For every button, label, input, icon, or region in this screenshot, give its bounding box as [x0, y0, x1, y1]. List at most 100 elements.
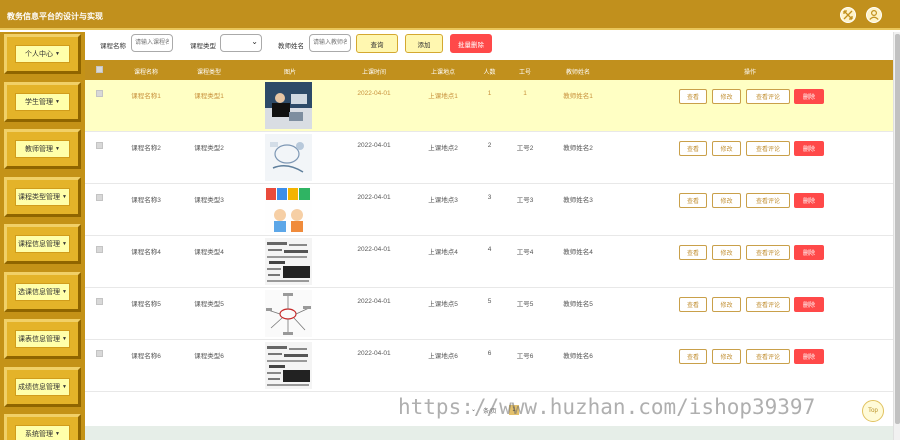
column-header[interactable]: 工号: [513, 67, 537, 76]
sidebar-item-label: 学生管理: [25, 99, 54, 106]
edit-button[interactable]: 修改: [712, 141, 741, 156]
sidebar-item-grades[interactable]: 成绩信息管理 ▼: [4, 367, 81, 407]
view-button[interactable]: 查看: [679, 245, 707, 260]
delete-button[interactable]: 删除: [794, 89, 824, 104]
place-cell: 上课地点3: [428, 197, 458, 204]
course-type-select[interactable]: [220, 34, 262, 52]
sidebar-item-students[interactable]: 学生管理 ▼: [4, 82, 81, 122]
edit-button[interactable]: 修改: [712, 349, 741, 364]
select-all-checkbox[interactable]: [96, 66, 103, 73]
sidebar-item-teachers[interactable]: 教师管理 ▼: [4, 129, 81, 169]
scrollbar-thumb[interactable]: [895, 34, 900, 424]
chevron-down-icon: ▼: [62, 384, 67, 390]
course-name-cell: 课程名称3: [131, 197, 161, 204]
delete-button[interactable]: 删除: [794, 297, 824, 312]
search-toolbar: 课程名称 课程类型 教师姓名 查询 添加 批量删除: [85, 32, 893, 60]
course-type-cell: 课程类型4: [194, 249, 224, 256]
column-header[interactable]: 上课地点: [420, 67, 466, 76]
view-button[interactable]: 查看: [679, 89, 707, 104]
delete-button[interactable]: 删除: [794, 141, 824, 156]
row-checkbox[interactable]: [96, 194, 103, 201]
table-row[interactable]: 课程名称4 课程类型4 2022-04-01 上课地点4 4 工号4 教师姓名4…: [85, 236, 893, 288]
view-button[interactable]: 查看: [679, 297, 707, 312]
course-type-cell: 课程类型3: [194, 197, 224, 204]
table-header: 课程名称 课程类型 图片 上课时间 上课地点 人数 工号 教师姓名 操作: [85, 60, 893, 80]
user-icon[interactable]: [866, 7, 882, 23]
time-cell: 2022-04-01: [357, 350, 391, 357]
course-type-cell: 课程类型5: [194, 301, 224, 308]
row-checkbox[interactable]: [96, 298, 103, 305]
view-comments-button[interactable]: 查看评论: [746, 245, 790, 260]
sidebar-item-label: 教师管理: [25, 146, 54, 153]
column-header[interactable]: 上课时间: [351, 67, 397, 76]
pager-footer-bar: [85, 426, 893, 440]
view-comments-button[interactable]: 查看评论: [746, 297, 790, 312]
batch-delete-button[interactable]: 批量删除: [450, 34, 492, 53]
delete-button[interactable]: 删除: [794, 349, 824, 364]
scrollbar[interactable]: [893, 32, 900, 440]
row-checkbox[interactable]: [96, 142, 103, 149]
edit-button[interactable]: 修改: [712, 89, 741, 104]
sidebar-item-label: 成绩信息管理: [18, 384, 61, 391]
teacher-name-cell: 教师姓名2: [563, 145, 593, 152]
edit-button[interactable]: 修改: [712, 297, 741, 312]
course-name-label: 课程名称: [100, 43, 126, 50]
app-title: 教务信息平台的设计与实现: [7, 12, 103, 21]
sidebar-item-system[interactable]: 系统管理 ▼: [4, 414, 81, 440]
column-header[interactable]: 课程类型: [188, 67, 230, 76]
table-row[interactable]: 课程名称3 课程类型3 2022-04-01 上课地点3 3 工号3 教师姓名3…: [85, 184, 893, 236]
delete-button[interactable]: 删除: [794, 245, 824, 260]
view-comments-button[interactable]: 查看评论: [746, 141, 790, 156]
column-header: 图片: [283, 70, 296, 76]
chevron-down-icon: ▼: [55, 51, 60, 57]
column-header[interactable]: 课程名称: [125, 67, 167, 76]
chevron-down-icon: ▼: [62, 336, 67, 342]
teacher-name-input[interactable]: [309, 34, 351, 52]
view-button[interactable]: 查看: [679, 349, 707, 364]
place-cell: 上课地点2: [428, 145, 458, 152]
view-button[interactable]: 查看: [679, 193, 707, 208]
table-row[interactable]: 课程名称6 课程类型6 2022-04-01 上课地点6 6 工号6 教师姓名6…: [85, 340, 893, 392]
column-header[interactable]: 教师姓名: [557, 67, 599, 76]
course-type-label: 课程类型: [190, 43, 216, 50]
job-no-cell: 工号2: [516, 145, 534, 152]
sidebar-item-label: 课程类型管理: [18, 194, 61, 201]
view-comments-button[interactable]: 查看评论: [746, 349, 790, 364]
view-comments-button[interactable]: 查看评论: [746, 89, 790, 104]
course-name-cell: 课程名称1: [131, 93, 161, 100]
course-name-cell: 课程名称6: [131, 353, 161, 360]
course-image: [265, 186, 312, 233]
sidebar-item-course-types[interactable]: 课程类型管理 ▼: [4, 177, 81, 217]
sidebar-item-label: 个人中心: [25, 51, 54, 58]
table-row[interactable]: 课程名称2 课程类型2 2022-04-01 上课地点2 2 工号2 教师姓名2…: [85, 132, 893, 184]
sidebar-item-course-info[interactable]: 课程信息管理 ▼: [4, 224, 81, 264]
sidebar-item-label: 课表信息管理: [18, 336, 61, 343]
back-to-top-button[interactable]: Top: [862, 400, 884, 422]
chevron-down-icon: ▼: [62, 194, 67, 200]
view-button[interactable]: 查看: [679, 141, 707, 156]
row-checkbox[interactable]: [96, 90, 103, 97]
row-checkbox[interactable]: [96, 350, 103, 357]
place-cell: 上课地点1: [428, 93, 458, 100]
add-button[interactable]: 添加: [405, 34, 443, 53]
teacher-name-cell: 教师姓名4: [563, 249, 593, 256]
count-cell: 4: [487, 246, 492, 253]
teacher-name-label: 教师姓名: [278, 43, 304, 50]
sidebar-item-timetable[interactable]: 课表信息管理 ▼: [4, 319, 81, 359]
sidebar-item-personal-center[interactable]: 个人中心 ▼: [4, 34, 81, 74]
chevron-down-icon: ▼: [55, 146, 60, 152]
column-header[interactable]: 人数: [477, 67, 502, 76]
table-row[interactable]: 课程名称1 课程类型1 2022-04-01 上课地点1 1 1 教师姓名1 查…: [85, 80, 893, 132]
search-button[interactable]: 查询: [356, 34, 398, 53]
time-cell: 2022-04-01: [357, 246, 391, 253]
view-comments-button[interactable]: 查看评论: [746, 193, 790, 208]
table-row[interactable]: 课程名称5 课程类型5 2022-04-01 上课地点5 5 工号5 教师姓名5…: [85, 288, 893, 340]
delete-button[interactable]: 删除: [794, 193, 824, 208]
watermark: https://www.huzhan.com/ishop39397: [398, 395, 816, 419]
fullscreen-icon[interactable]: [840, 7, 856, 23]
sidebar-item-enrollment[interactable]: 选课信息管理 ▼: [4, 272, 81, 312]
edit-button[interactable]: 修改: [712, 245, 741, 260]
row-checkbox[interactable]: [96, 246, 103, 253]
edit-button[interactable]: 修改: [712, 193, 741, 208]
course-name-input[interactable]: [131, 34, 173, 52]
